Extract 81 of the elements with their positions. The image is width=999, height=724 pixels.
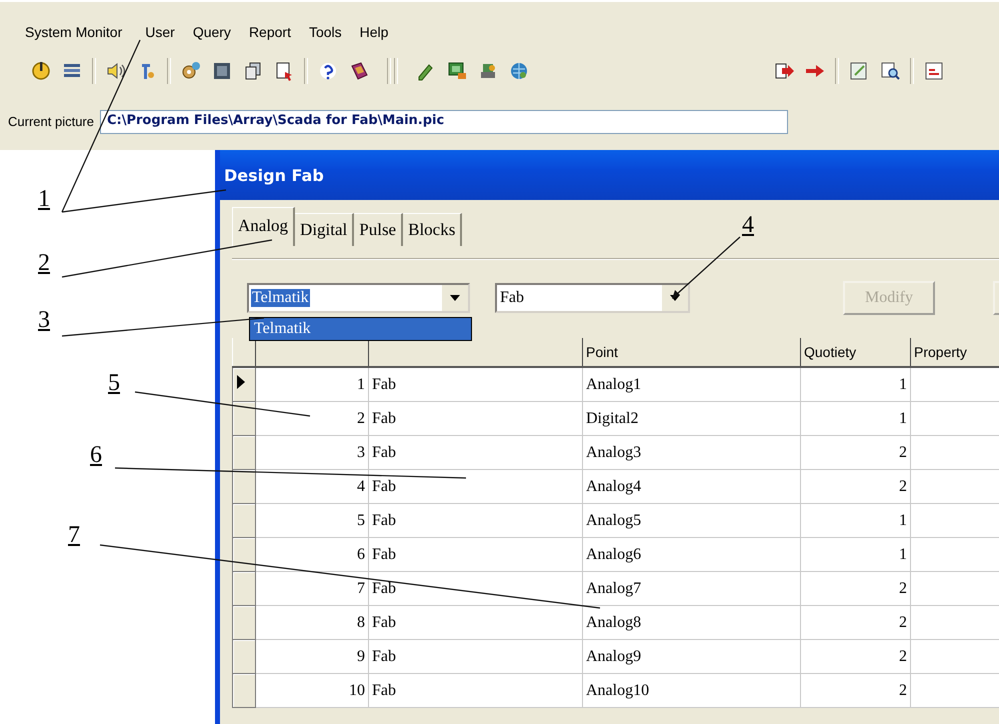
menu-item[interactable]: Help — [360, 24, 388, 50]
menu-item[interactable]: Query — [192, 24, 231, 50]
callout-number: 5 — [108, 370, 120, 396]
table-cell: Fab — [368, 402, 582, 436]
table-cell: 2 — [800, 572, 910, 606]
callout-number: 7 — [68, 522, 80, 548]
menu-item[interactable]: Tools — [308, 24, 342, 50]
tab[interactable]: Blocks — [403, 213, 462, 246]
dropdown-button[interactable] — [442, 285, 468, 311]
table-cell: Fab — [368, 606, 582, 640]
tab[interactable]: Analog — [232, 207, 296, 246]
table-cell: 10 — [256, 674, 368, 708]
table-cell: 7 — [256, 572, 368, 606]
table-cell: Digital2 — [582, 402, 800, 436]
table-cell: Fab — [368, 504, 582, 538]
column-header[interactable]: Point — [582, 338, 800, 367]
field-label: Current picture — [8, 113, 94, 131]
table-cell: 2 — [800, 640, 910, 674]
globe-icon[interactable] — [508, 60, 530, 82]
table-cell: 6 — [256, 538, 368, 572]
window-title: Design Fab — [224, 166, 324, 184]
table-cell: Fab — [368, 572, 582, 606]
table-cell: 1 — [800, 504, 910, 538]
callout-number: 6 — [90, 442, 102, 468]
row-selector[interactable] — [232, 538, 256, 572]
table-cell: Analog7 — [582, 572, 800, 606]
monitor-icon[interactable] — [446, 60, 468, 82]
callout-number: 2 — [38, 250, 50, 276]
table-cell: Analog4 — [582, 470, 800, 504]
table-cell: Analog8 — [582, 606, 800, 640]
table-cell: 2 — [800, 674, 910, 708]
table-cell: Analog9 — [582, 640, 800, 674]
path-field[interactable]: C:\Program Files\Array\Scada for Fab\Main.pic — [100, 110, 788, 134]
chart-icon[interactable] — [923, 60, 945, 82]
table-cell: Analog6 — [582, 538, 800, 572]
menu-item[interactable]: System Monitor — [25, 24, 122, 50]
table-cell: Fab — [368, 367, 582, 402]
table-cell: 4 — [256, 470, 368, 504]
current-row-icon — [237, 375, 245, 389]
table-cell: 1 — [800, 402, 910, 436]
callout-number: 4 — [742, 212, 754, 238]
table-cell: Analog10 — [582, 674, 800, 708]
image-icon[interactable] — [211, 60, 233, 82]
tab[interactable]: Pulse — [354, 213, 404, 246]
help-icon[interactable] — [317, 60, 339, 82]
tab[interactable]: Digital — [295, 213, 354, 246]
table-cell: 9 — [256, 640, 368, 674]
table-cell: Analog1 — [582, 367, 800, 402]
table-cell: 3 — [256, 436, 368, 470]
table-cell: Fab — [368, 470, 582, 504]
column-header[interactable]: Property — [910, 338, 999, 367]
table-cell: Fab — [368, 436, 582, 470]
table-cell: Fab — [368, 538, 582, 572]
table-cell: 5 — [256, 504, 368, 538]
table-cell: Analog3 — [582, 436, 800, 470]
row-selector[interactable] — [232, 470, 256, 504]
row-selector[interactable] — [232, 367, 256, 402]
dropdown-button[interactable] — [662, 285, 688, 311]
table-cell: 2 — [800, 606, 910, 640]
table-cell: 2 — [256, 402, 368, 436]
table-cell: 2 — [800, 470, 910, 504]
table-cell: Fab — [368, 640, 582, 674]
table-cell: 2 — [800, 436, 910, 470]
callout-number: 3 — [38, 307, 50, 333]
menu-item[interactable]: Report — [248, 24, 291, 50]
table-cell: 1 — [800, 538, 910, 572]
table-cell: 1 — [256, 367, 368, 402]
column-header[interactable]: Quotiety — [800, 338, 910, 367]
search-icon[interactable] — [879, 60, 901, 82]
table-cell: 1 — [800, 367, 910, 402]
table-cell: 8 — [256, 606, 368, 640]
row-selector[interactable] — [232, 402, 256, 436]
menu-item[interactable]: User — [145, 24, 175, 50]
callout-number: 1 — [38, 186, 50, 212]
dropdown-field[interactable]: Fab — [495, 283, 690, 313]
table-cell: Analog5 — [582, 504, 800, 538]
speaker-icon[interactable] — [105, 60, 127, 82]
table-cell: Fab — [368, 674, 582, 708]
arrow — [672, 236, 740, 299]
list-option[interactable]: Telmatik — [250, 318, 471, 340]
power-icon[interactable] — [30, 60, 52, 82]
